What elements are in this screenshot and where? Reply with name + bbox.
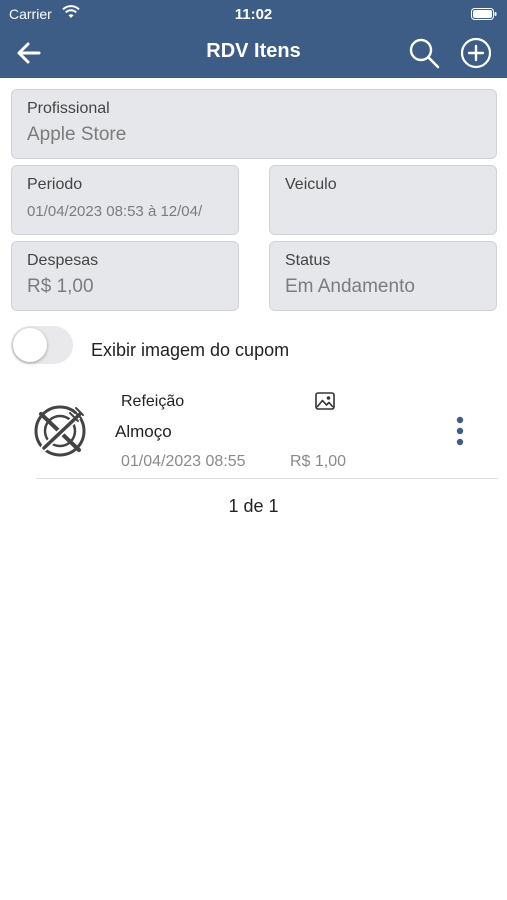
- status-bar: Carrier 11:02: [0, 0, 507, 28]
- app-header: Carrier 11:02 RDV Itens: [0, 0, 507, 78]
- profissional-field[interactable]: Profissional Apple Store: [11, 89, 497, 159]
- periodo-field[interactable]: Periodo 01/04/2023 08:53 à 12/04/: [11, 165, 239, 235]
- despesas-field[interactable]: Despesas R$ 1,00: [11, 241, 239, 311]
- profissional-value: Apple Store: [27, 124, 127, 145]
- profissional-label: Profissional: [27, 100, 110, 117]
- show-receipt-image-toggle[interactable]: [11, 326, 73, 364]
- list-divider: [36, 478, 498, 479]
- status-field[interactable]: Status Em Andamento: [269, 241, 497, 311]
- add-circle-icon[interactable]: [459, 36, 493, 70]
- status-time: 11:02: [234, 6, 273, 23]
- more-options-icon[interactable]: [447, 413, 473, 449]
- status-value: Em Andamento: [285, 276, 415, 297]
- image-icon[interactable]: [315, 392, 335, 410]
- pagination-label: 1 de 1: [228, 496, 279, 516]
- item-category: Refeição: [121, 393, 185, 410]
- nav-bar: RDV Itens: [0, 30, 507, 76]
- veiculo-label: Veiculo: [285, 176, 337, 193]
- despesas-label: Despesas: [27, 252, 99, 269]
- battery-icon: [471, 8, 497, 20]
- item-name: Almoço: [115, 422, 172, 441]
- search-icon[interactable]: [407, 36, 441, 70]
- show-receipt-image-label: Exibir imagem do cupom: [91, 340, 290, 360]
- periodo-value: 01/04/2023 08:53 à 12/04/: [27, 203, 203, 220]
- periodo-label: Periodo: [27, 176, 83, 193]
- status-label: Status: [285, 252, 331, 269]
- toggle-knob: [13, 328, 47, 362]
- plate-fork-knife-icon: [34, 405, 86, 457]
- veiculo-field[interactable]: Veiculo: [269, 165, 497, 235]
- item-date: 01/04/2023 08:55: [121, 453, 246, 470]
- item-amount: R$ 1,00: [290, 453, 347, 470]
- despesas-value: R$ 1,00: [27, 276, 94, 297]
